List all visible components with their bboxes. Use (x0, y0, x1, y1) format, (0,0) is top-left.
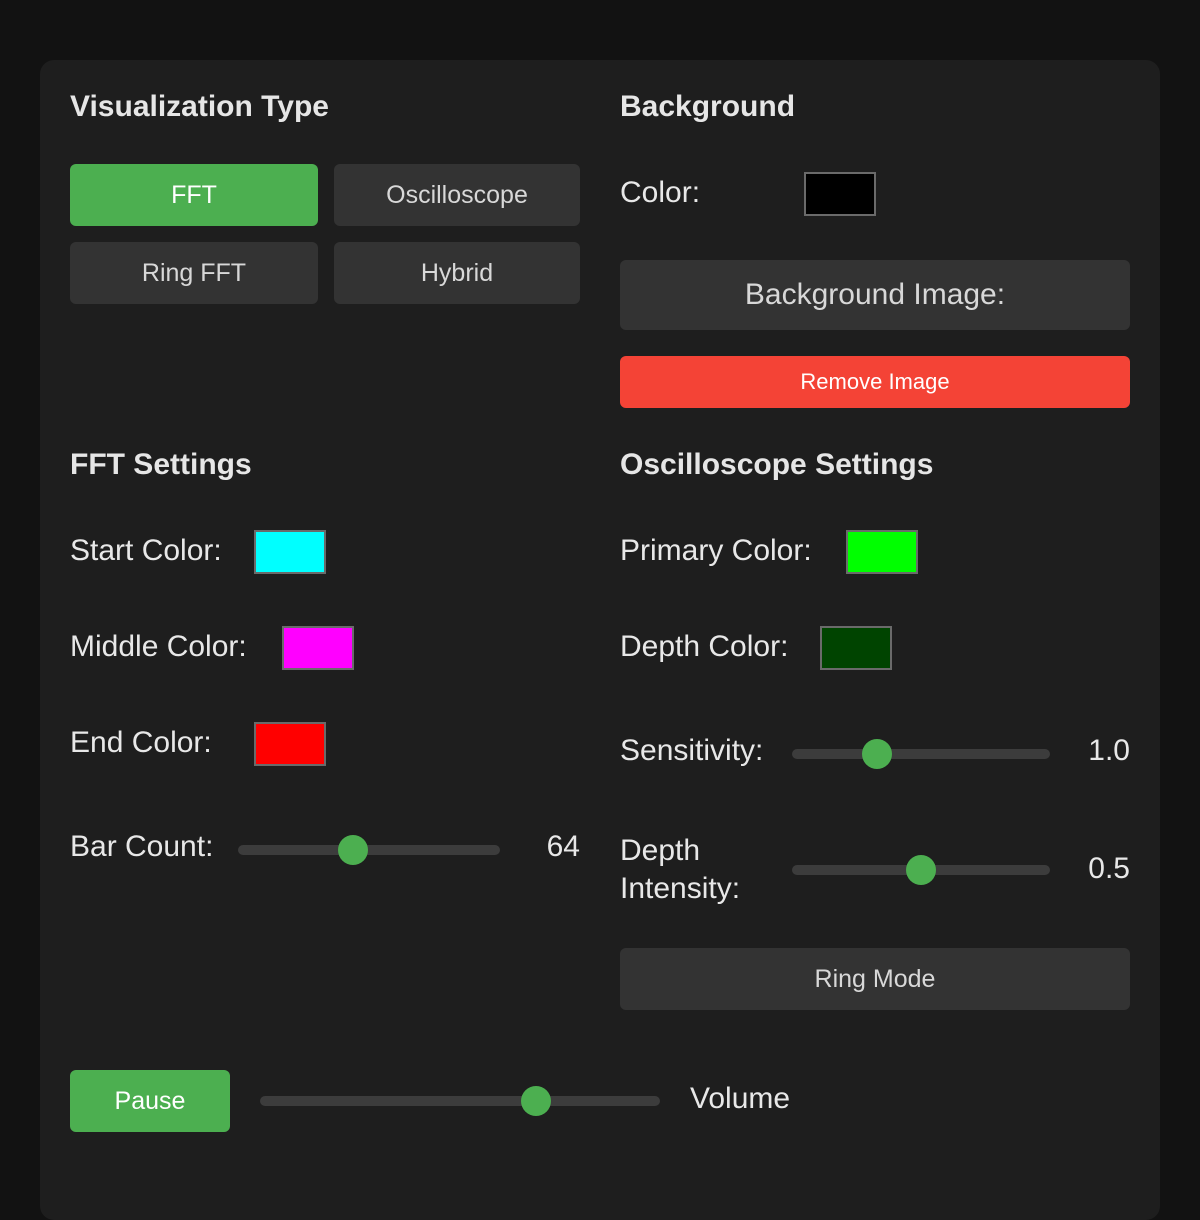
fft-settings-title: FFT Settings (70, 448, 252, 481)
slider-thumb[interactable] (862, 739, 893, 769)
primary-color-label: Primary Color: (620, 534, 812, 567)
oscilloscope-button[interactable]: Oscilloscope (334, 164, 580, 226)
slider-track (238, 845, 500, 855)
slider-thumb[interactable] (906, 855, 936, 885)
settings-panel: Visualization Type FFT Oscilloscope Ring… (40, 60, 1160, 1220)
ring-mode-button[interactable]: Ring Mode (620, 948, 1130, 1010)
depth-intensity-slider[interactable] (792, 855, 1050, 885)
volume-label: Volume (690, 1082, 791, 1115)
hybrid-button[interactable]: Hybrid (334, 242, 580, 304)
end-color-swatch[interactable] (254, 722, 326, 766)
sensitivity-value: 1.0 (1088, 734, 1130, 767)
background-color-swatch[interactable] (804, 172, 876, 216)
bar-count-value: 64 (546, 830, 580, 863)
slider-thumb[interactable] (521, 1086, 551, 1116)
middle-color-label: Middle Color: (70, 630, 247, 663)
pause-button[interactable]: Pause (70, 1070, 230, 1132)
depth-intensity-value: 0.5 (1088, 852, 1130, 885)
start-color-label: Start Color: (70, 534, 222, 567)
depth-color-label: Depth Color: (620, 630, 789, 663)
background-title: Background (620, 90, 796, 123)
fft-button[interactable]: FFT (70, 164, 318, 226)
ring-fft-button[interactable]: Ring FFT (70, 242, 318, 304)
bar-count-label: Bar Count: (70, 830, 214, 863)
depth-color-swatch[interactable] (820, 626, 892, 670)
volume-slider[interactable] (260, 1086, 660, 1116)
background-color-label: Color: (620, 176, 701, 209)
start-color-swatch[interactable] (254, 530, 326, 574)
primary-color-swatch[interactable] (846, 530, 918, 574)
slider-track (260, 1096, 660, 1106)
remove-image-button[interactable]: Remove Image (620, 356, 1130, 408)
slider-thumb[interactable] (338, 835, 369, 865)
background-image-button[interactable]: Background Image: (620, 260, 1130, 330)
sensitivity-slider[interactable] (792, 739, 1050, 769)
depth-intensity-label: Depth Intensity: (620, 834, 741, 905)
bar-count-slider[interactable] (238, 835, 500, 865)
sensitivity-label: Sensitivity: (620, 734, 764, 767)
visualization-type-title: Visualization Type (70, 90, 329, 123)
oscilloscope-settings-title: Oscilloscope Settings (620, 448, 934, 481)
middle-color-swatch[interactable] (282, 626, 354, 670)
slider-track (792, 749, 1050, 759)
end-color-label: End Color: (70, 726, 212, 759)
